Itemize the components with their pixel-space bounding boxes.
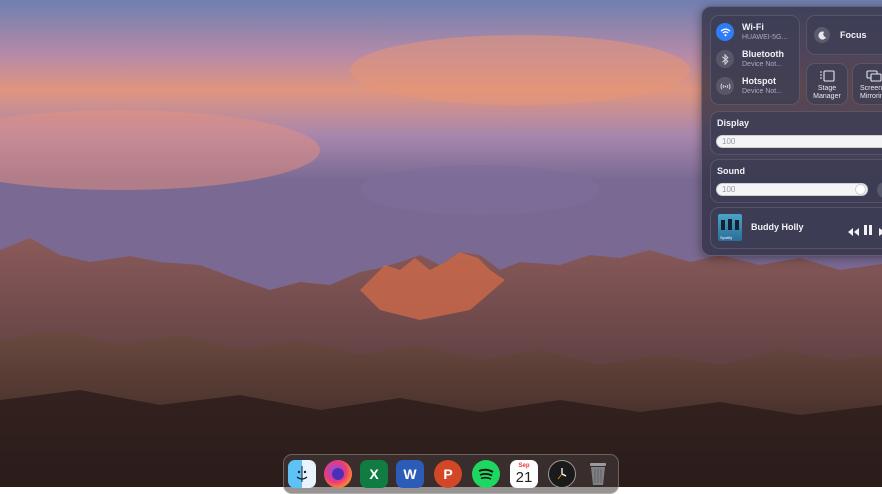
bluetooth-icon bbox=[716, 50, 734, 68]
excel-icon[interactable]: X bbox=[360, 460, 388, 488]
display-brightness-slider[interactable]: 100 bbox=[716, 135, 882, 148]
hotspot-title: Hotspot bbox=[742, 76, 776, 86]
word-icon[interactable]: W bbox=[396, 460, 424, 488]
sound-value: 100 bbox=[722, 185, 736, 194]
screen-mirroring-tile[interactable]: Screen Mirroring bbox=[852, 63, 882, 105]
sound-slider-knob[interactable] bbox=[855, 184, 866, 195]
bluetooth-toggle[interactable]: Bluetooth Device Not... bbox=[716, 49, 784, 69]
clock-icon[interactable] bbox=[548, 460, 576, 488]
powerpoint-icon[interactable]: P bbox=[434, 460, 462, 488]
wifi-toggle[interactable]: Wi-Fi HUAWEI-5G... bbox=[716, 22, 787, 42]
control-center-panel: Wi-Fi HUAWEI-5G... Bluetooth Device Not.… bbox=[701, 6, 882, 256]
screen-mirroring-label: Screen Mirroring bbox=[860, 85, 882, 100]
spotify-badge: Spotify bbox=[720, 235, 733, 240]
display-value: 100 bbox=[722, 137, 736, 146]
sound-volume-slider[interactable]: 100 bbox=[716, 183, 868, 196]
focus-label: Focus bbox=[840, 30, 867, 40]
audio-output-icon[interactable] bbox=[877, 182, 882, 198]
excel-glyph: X bbox=[369, 466, 379, 482]
stage-manager-label: Stage Manager bbox=[813, 85, 841, 100]
now-playing-track: Buddy Holly bbox=[751, 222, 804, 232]
bluetooth-title: Bluetooth bbox=[742, 49, 784, 59]
word-glyph: W bbox=[403, 466, 417, 482]
finder-icon[interactable] bbox=[288, 460, 316, 488]
display-tile: Display 100 bbox=[710, 111, 882, 155]
hotspot-toggle[interactable]: Hotspot Device Not... bbox=[716, 76, 782, 96]
firefox-icon[interactable] bbox=[324, 460, 352, 488]
calendar-icon[interactable]: Sep 21 bbox=[510, 460, 538, 488]
display-label: Display bbox=[717, 118, 750, 128]
wifi-icon bbox=[716, 23, 734, 41]
powerpoint-glyph: P bbox=[443, 466, 453, 482]
focus-tile[interactable]: Focus bbox=[806, 15, 882, 55]
bluetooth-status: Device Not... bbox=[742, 61, 783, 68]
calendar-day: 21 bbox=[515, 468, 533, 486]
sound-label: Sound bbox=[717, 166, 745, 176]
network-tile: Wi-Fi HUAWEI-5G... Bluetooth Device Not.… bbox=[710, 15, 800, 105]
sound-tile: Sound 100 bbox=[710, 159, 882, 203]
dock: X W P Sep 21 bbox=[283, 454, 619, 494]
wifi-title: Wi-Fi bbox=[742, 22, 764, 32]
hotspot-icon bbox=[716, 77, 734, 95]
pause-icon[interactable] bbox=[864, 222, 872, 240]
hotspot-status: Device Not... bbox=[742, 88, 783, 95]
now-playing-tile: Spotify Buddy Holly bbox=[710, 207, 882, 249]
trash-icon[interactable] bbox=[584, 460, 612, 488]
album-art: Spotify bbox=[718, 214, 742, 241]
stage-manager-tile[interactable]: Stage Manager bbox=[806, 63, 848, 105]
rewind-icon[interactable] bbox=[848, 223, 859, 241]
wifi-network-name: HUAWEI-5G... bbox=[742, 34, 788, 41]
spotify-icon[interactable] bbox=[472, 460, 500, 488]
moon-icon bbox=[814, 27, 830, 43]
